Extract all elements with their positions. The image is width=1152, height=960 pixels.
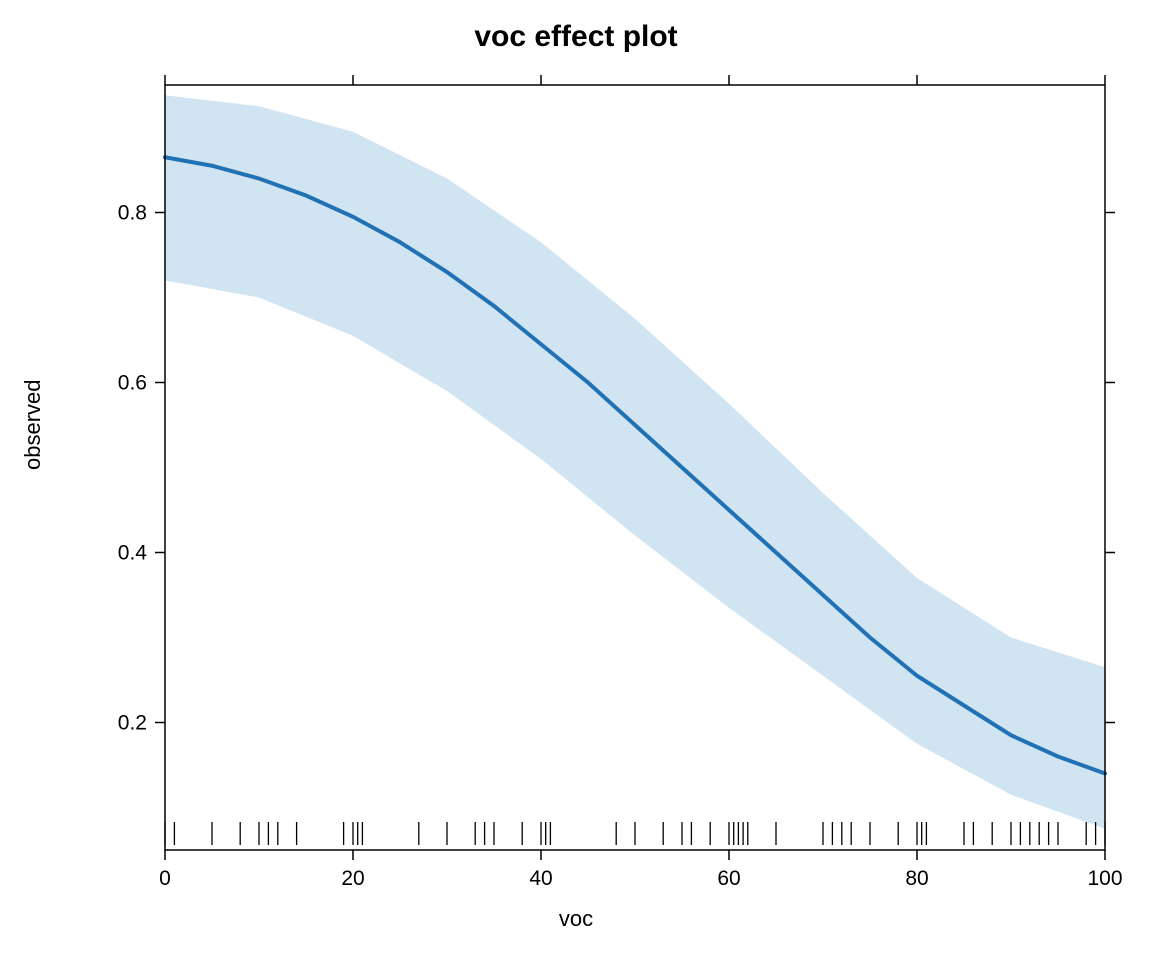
y-tick-label: 0.8 — [118, 202, 147, 225]
x-tick-label: 60 — [717, 867, 740, 890]
y-tick-label: 0.2 — [118, 712, 147, 735]
rug-bottom — [165, 822, 1105, 845]
y-tick-label: 0.4 — [118, 542, 148, 565]
chart-container: voc effect plot observed voc 02040608010… — [0, 0, 1152, 960]
x-tick-label: 40 — [529, 867, 552, 890]
x-tick-label: 80 — [905, 867, 928, 890]
confidence-band — [165, 95, 1105, 829]
y-tick-label: 0.6 — [118, 372, 147, 395]
x-tick-label: 0 — [159, 867, 171, 890]
chart-svg: 0 20 40 60 80 100 0.2 0.4 0.6 0.8 — [0, 0, 1152, 960]
x-tick-label: 20 — [341, 867, 364, 890]
x-tick-label: 100 — [1087, 867, 1122, 890]
